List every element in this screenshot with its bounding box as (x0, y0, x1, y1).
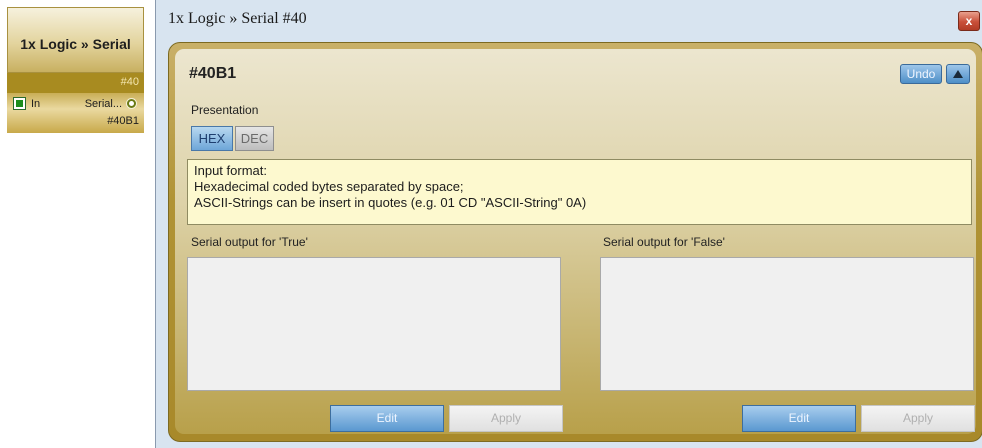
true-apply-button[interactable]: Apply (449, 405, 563, 432)
output-port-id: #40B1 (107, 115, 139, 127)
input-format-info: Input format: Hexadecimal coded bytes se… (187, 159, 972, 225)
undo-button[interactable]: Undo (900, 64, 942, 84)
close-icon[interactable]: x (958, 11, 980, 31)
panel-body: #40B1 Undo Presentation HEX DEC Input fo… (175, 49, 976, 434)
logic-node-ports: In Serial... #40B1 (7, 93, 144, 133)
logic-node[interactable]: 1x Logic » Serial #40 In Serial... #40B1 (7, 7, 144, 133)
info-line: Input format: (194, 163, 267, 178)
info-line: Hexadecimal coded bytes separated by spa… (194, 179, 464, 194)
false-output-textarea[interactable] (600, 257, 974, 391)
collapse-up-icon[interactable] (946, 64, 970, 84)
false-output-label: Serial output for 'False' (603, 235, 725, 249)
true-output-label: Serial output for 'True' (191, 235, 308, 249)
serial-output-panel: #40B1 Undo Presentation HEX DEC Input fo… (168, 42, 982, 442)
window-title: 1x Logic » Serial #40 (168, 10, 307, 27)
true-edit-button[interactable]: Edit (330, 405, 444, 432)
true-output-textarea[interactable] (187, 257, 561, 391)
serial-editor-window: 1x Logic » Serial #40 x #40B1 Undo Prese… (155, 0, 982, 448)
hex-toggle-button[interactable]: HEX (191, 126, 233, 151)
false-apply-button[interactable]: Apply (861, 405, 975, 432)
output-port-icon[interactable] (126, 98, 137, 109)
panel-heading: #40B1 (189, 65, 237, 82)
logic-node-id: #40 (120, 76, 139, 88)
input-port-icon[interactable] (13, 97, 26, 110)
logic-node-id-bar: #40 (7, 73, 144, 93)
false-edit-button[interactable]: Edit (742, 405, 856, 432)
dec-toggle-button[interactable]: DEC (235, 126, 274, 151)
output-port-label: Serial... (84, 98, 122, 110)
logic-node-header: 1x Logic » Serial (7, 7, 144, 73)
input-port-label: In (31, 98, 41, 110)
presentation-label: Presentation (191, 103, 259, 117)
info-line: ASCII-Strings can be insert in quotes (e… (194, 195, 587, 210)
logic-node-title: 1x Logic » Serial (20, 36, 131, 52)
